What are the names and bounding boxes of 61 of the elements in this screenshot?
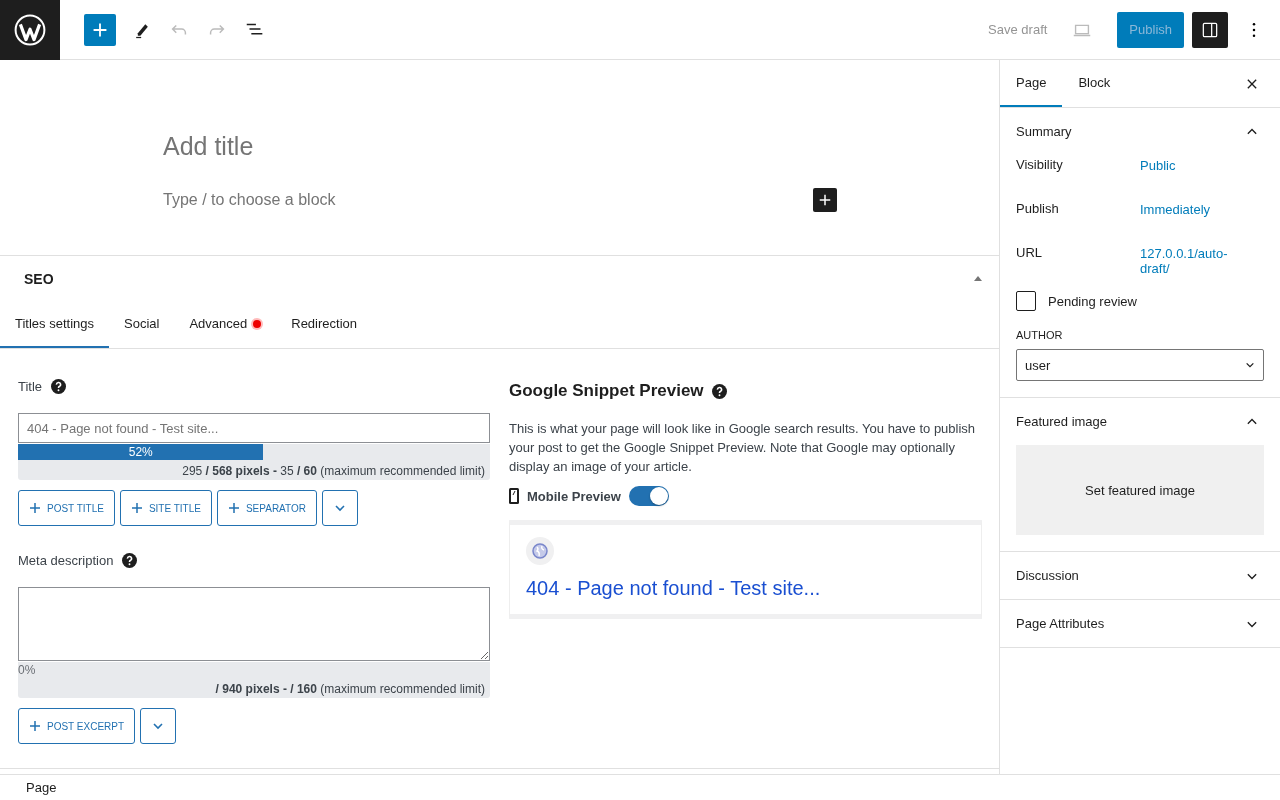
set-featured-image-button[interactable]: Set featured image bbox=[1016, 445, 1264, 535]
summary-label: Visibility bbox=[1016, 156, 1064, 172]
plus-icon bbox=[130, 502, 143, 514]
mobile-preview-label: Mobile Preview bbox=[527, 488, 621, 504]
globe-icon bbox=[526, 537, 554, 565]
summary-link[interactable]: Public bbox=[1140, 155, 1240, 173]
help-icon[interactable] bbox=[711, 383, 727, 399]
snippet-description: This is what your page will look like in Google search results. You have to publish your post to get the Google Snippet Preview. Note that Google may optionally display an image of your article. bbox=[509, 420, 977, 476]
seo-panel-title[interactable]: SEO bbox=[24, 270, 54, 287]
sidebar-tab[interactable]: Block bbox=[1062, 60, 1127, 107]
panel-title[interactable]: Discussion bbox=[1016, 568, 1079, 583]
snippet-heading: Google Snippet Preview bbox=[509, 381, 704, 401]
summary-link[interactable]: 127.0.0.1/auto-draft/ bbox=[1140, 243, 1240, 276]
breadcrumb-item[interactable]: Page bbox=[26, 780, 57, 795]
dropdown-button[interactable] bbox=[321, 490, 358, 526]
summary-label: Publish bbox=[1016, 200, 1060, 216]
panel-title[interactable]: Summary bbox=[1016, 124, 1072, 139]
wordpress-logo[interactable] bbox=[0, 0, 60, 60]
post-title-field[interactable]: Add title bbox=[163, 132, 999, 168]
summary-link[interactable]: Immediately bbox=[1140, 199, 1240, 217]
alert-dot-icon bbox=[253, 319, 262, 328]
help-icon[interactable] bbox=[51, 378, 67, 394]
percent-label: 0% bbox=[18, 662, 36, 678]
seo-tab[interactable]: Redirection bbox=[276, 301, 372, 348]
settings-toggle-button[interactable] bbox=[1192, 11, 1228, 48]
plus-icon bbox=[227, 502, 240, 514]
insert-variable-button[interactable]: POST EXCERPT bbox=[18, 708, 136, 744]
summary-label: URL bbox=[1016, 244, 1043, 260]
chevron-icon bbox=[1245, 360, 1255, 370]
sidebar-tab[interactable]: Page bbox=[1000, 60, 1063, 107]
panel-title[interactable]: Featured image bbox=[1016, 414, 1108, 429]
counter-text: 295 / 568 pixels - 35 / 60 (maximum recommended limit) bbox=[182, 464, 485, 478]
author-label: AUTHOR bbox=[1016, 329, 1064, 341]
percent-label: 52% bbox=[127, 444, 154, 460]
add-block-button[interactable] bbox=[813, 188, 837, 212]
mobile-phone-icon bbox=[509, 488, 519, 504]
author-select[interactable]: user bbox=[1016, 349, 1264, 381]
checkbox-label: Pending review bbox=[1048, 293, 1137, 309]
chevron-icon bbox=[152, 720, 165, 732]
seo-tab[interactable]: Advanced bbox=[174, 301, 277, 348]
seo-tab[interactable]: Social bbox=[109, 301, 175, 348]
counter-text: / 940 pixels - / 160 (maximum recommended limit) bbox=[215, 682, 485, 696]
pending-review-checkbox[interactable] bbox=[1016, 291, 1036, 311]
field-label: Meta description bbox=[18, 552, 114, 568]
plus-icon bbox=[29, 720, 41, 732]
panel-title[interactable]: Page Attributes bbox=[1016, 616, 1105, 631]
title-input-field[interactable]: 404 - Page not found - Test site... bbox=[18, 413, 490, 443]
seo-tab[interactable]: Titles settings bbox=[0, 301, 109, 348]
chevron-icon bbox=[333, 502, 346, 514]
meta-description-field[interactable] bbox=[18, 587, 490, 661]
insert-variable-button[interactable]: SITE TITLE bbox=[119, 490, 212, 526]
field-label: Title bbox=[18, 378, 43, 394]
mobile-preview-toggle[interactable] bbox=[628, 486, 669, 506]
add-block-button[interactable] bbox=[84, 13, 116, 46]
insert-variable-button[interactable]: SEPARATOR bbox=[216, 490, 317, 526]
help-icon[interactable] bbox=[122, 552, 138, 568]
insert-variable-button[interactable]: POST TITLE bbox=[18, 490, 115, 526]
block-placeholder[interactable]: Type / to choose a block bbox=[163, 191, 336, 209]
dropdown-button[interactable] bbox=[140, 708, 177, 744]
plus-icon bbox=[29, 502, 41, 514]
result-title-link[interactable]: 404 - Page not found - Test site... bbox=[526, 577, 965, 600]
